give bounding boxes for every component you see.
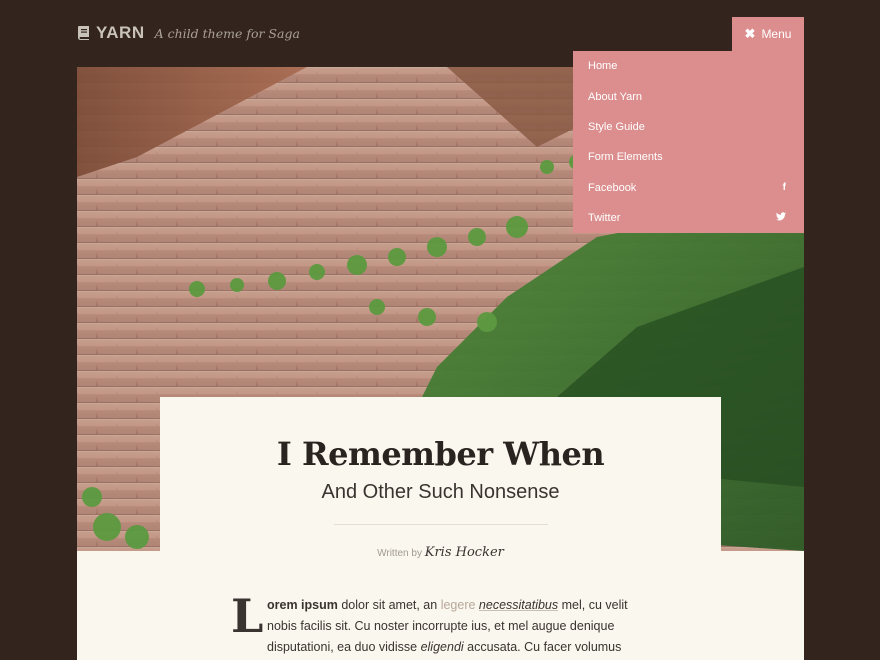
book-icon bbox=[77, 26, 89, 40]
menu-toggle-label: Menu bbox=[761, 27, 792, 41]
author-link[interactable]: Kris Hocker bbox=[425, 545, 504, 560]
dropcap: L bbox=[231, 589, 264, 643]
site-logo[interactable]: YARN bbox=[96, 23, 145, 43]
inline-link[interactable]: legere bbox=[441, 598, 476, 612]
menu-item-label: Home bbox=[588, 60, 618, 73]
byline-prefix: Written by bbox=[377, 548, 422, 559]
text-segment: dolor sit amet, an bbox=[337, 598, 441, 612]
menu-item-facebook[interactable]: Facebook f bbox=[573, 173, 804, 203]
menu-item-style-guide[interactable]: Style Guide bbox=[573, 112, 804, 142]
divider bbox=[333, 524, 548, 525]
menu-item-form-elements[interactable]: Form Elements bbox=[573, 142, 804, 172]
menu-item-label: Twitter bbox=[588, 212, 621, 225]
post-title: I Remember When bbox=[276, 435, 605, 473]
menu-item-label: Form Elements bbox=[588, 151, 663, 164]
facebook-icon: f bbox=[782, 182, 786, 194]
post-subtitle: And Other Such Nonsense bbox=[321, 481, 560, 503]
post-header-card: I Remember When And Other Such Nonsense … bbox=[160, 397, 721, 560]
menu-item-label: About Yarn bbox=[588, 90, 643, 103]
menu-item-about-yarn[interactable]: About Yarn bbox=[573, 81, 804, 111]
lead-bold: orem ipsum bbox=[267, 598, 338, 612]
menu-item-label: Style Guide bbox=[588, 120, 645, 133]
menu-toggle-button[interactable]: ✖ Menu bbox=[732, 17, 804, 51]
byline: Written by Kris Hocker bbox=[160, 545, 721, 560]
post-paragraph: orem ipsum dolor sit amet, an legere nec… bbox=[267, 595, 647, 658]
italic-underlined-text: necessitatibus bbox=[478, 598, 559, 612]
site-branding: YARN A child theme for Saga bbox=[77, 23, 300, 43]
menu-panel: Home About Yarn Style Guide Form Element… bbox=[573, 51, 804, 233]
text-segment: accusata. Cu facer volumus bbox=[463, 640, 622, 654]
twitter-icon bbox=[776, 212, 786, 224]
menu-item-label: Facebook bbox=[588, 181, 637, 194]
post-content: L orem ipsum dolor sit amet, an legere n… bbox=[77, 551, 804, 660]
menu-item-twitter[interactable]: Twitter bbox=[573, 203, 804, 233]
italic-text: eligendi bbox=[420, 640, 464, 654]
menu-item-home[interactable]: Home bbox=[573, 51, 804, 81]
site-tagline: A child theme for Saga bbox=[154, 26, 300, 41]
close-icon: ✖ bbox=[744, 26, 756, 41]
